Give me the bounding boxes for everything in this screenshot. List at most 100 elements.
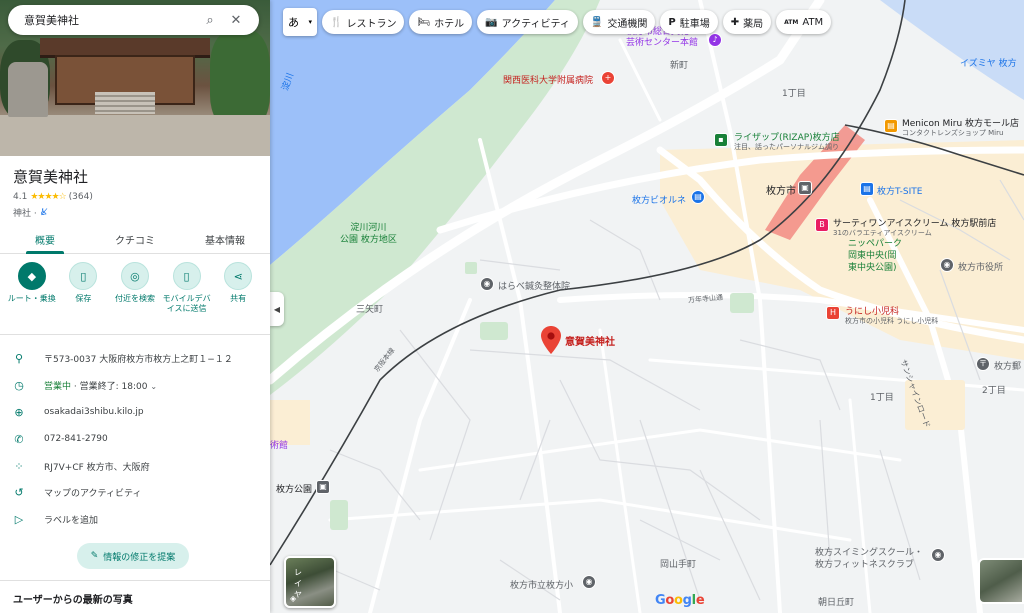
- place-title: 意賀美神社: [13, 168, 89, 186]
- chip-label: レストラン: [346, 18, 397, 30]
- activity-row[interactable]: ↺ マップのアクティビティ: [12, 483, 141, 501]
- place-hero-photo[interactable]: 意賀美神社 ⌕ ✕: [0, 0, 270, 156]
- selected-place-label[interactable]: 意賀美神社: [565, 333, 615, 348]
- review-count[interactable]: (364): [69, 192, 93, 202]
- map-label-station[interactable]: 枚方市: [766, 182, 796, 197]
- icecream-icon[interactable]: B: [815, 218, 829, 232]
- train-station-icon[interactable]: ▣: [798, 181, 812, 195]
- map-label-sanyacho: 三矢町: [356, 305, 384, 315]
- map-label-school[interactable]: 枚方市立枚方小: [510, 578, 573, 591]
- nearby-button[interactable]: ◎ 付近を検索: [111, 262, 159, 314]
- chip-label: ATM: [802, 16, 824, 28]
- map-label-harabe[interactable]: はらべ鍼灸整体院: [498, 279, 570, 292]
- store-icon[interactable]: ▤: [860, 182, 874, 196]
- nearby-icon: ◎: [120, 262, 149, 290]
- chip-activity[interactable]: 📷 アクティビティ: [477, 10, 578, 34]
- search-box[interactable]: 意賀美神社 ⌕ ✕: [8, 5, 259, 35]
- share-icon: ⋖: [224, 262, 253, 290]
- map-label-tsite[interactable]: 枚方T-SITE: [877, 184, 922, 197]
- chevron-left-icon: ◀: [273, 304, 281, 314]
- map-label-yodogawa-park[interactable]: 淀川河川 公園 枚方地区: [340, 222, 397, 246]
- address-row[interactable]: ⚲ 〒573-0037 大阪府枚方市枚方上之町１−１２: [12, 349, 233, 367]
- clinic-icon[interactable]: ◉: [480, 277, 494, 291]
- chip-transit[interactable]: 🚆 交通機関: [582, 10, 656, 34]
- chip-restaurant[interactable]: 🍴 レストラン: [322, 10, 405, 34]
- chevron-down-icon: ▾: [308, 18, 312, 26]
- directions-icon: ◆: [17, 262, 46, 290]
- phone-text: 072-841-2790: [44, 434, 108, 444]
- phone-row[interactable]: ✆ 072-841-2790: [12, 430, 108, 448]
- map-label-asahigaoka: 朝日丘町: [818, 598, 855, 608]
- map-label-shinmachi: 新町: [670, 61, 689, 71]
- map-label-2chome: 2丁目: [982, 386, 1006, 396]
- website-row[interactable]: ⊕ osakadai3shibu.kilo.jp: [12, 403, 143, 421]
- chip-parking[interactable]: P 駐車場: [660, 10, 718, 34]
- tab-reviews[interactable]: クチコミ: [90, 228, 180, 253]
- school-icon[interactable]: ◉: [582, 575, 596, 589]
- hospital-icon[interactable]: +: [601, 71, 615, 85]
- hospital-h-icon[interactable]: H: [826, 306, 840, 320]
- layers-label: ◈ レイヤ: [290, 568, 302, 603]
- map-label-museum[interactable]: 術館: [270, 438, 288, 451]
- map-label-menicon-sub: コンタクトレンズショップ Miru: [902, 129, 1004, 137]
- shop-icon[interactable]: ▤: [884, 119, 898, 133]
- collapse-panel-button[interactable]: ◀: [270, 292, 284, 326]
- gym-icon[interactable]: ▪: [714, 133, 728, 147]
- search-input[interactable]: 意賀美神社: [24, 12, 197, 28]
- map-label-city-office[interactable]: 枚方市役所: [958, 260, 1003, 273]
- plus-code-row[interactable]: ⁘ RJ7V+CF 枚方市、大阪府: [12, 457, 150, 475]
- add-label-text: ラベルを追加: [44, 515, 99, 526]
- tab-overview[interactable]: 概要: [0, 228, 90, 254]
- label-tag-icon: ▷: [14, 512, 24, 526]
- map-label-post[interactable]: 枚方郵: [994, 359, 1021, 372]
- chip-hotel[interactable]: 🛏 ホテル: [409, 10, 473, 34]
- map-label-hospital[interactable]: 関西医科大学附属病院: [503, 73, 593, 86]
- share-button[interactable]: ⋖ 共有: [214, 262, 262, 314]
- location-pin-icon: ⚲: [14, 351, 24, 365]
- divider: [0, 580, 270, 581]
- save-button[interactable]: ▯ 保存: [59, 262, 107, 314]
- tab-about[interactable]: 基本情報: [180, 228, 270, 253]
- send-to-phone-button[interactable]: ▯ モバイルデバイスに送信: [163, 262, 211, 314]
- suggest-edit-button[interactable]: ✎ 情報の修正を提案: [77, 543, 189, 569]
- plus-code-icon: ⁘: [14, 459, 24, 473]
- map-label-swimming[interactable]: 枚方スイミングスクール・ 枚方フィットネスクラブ: [815, 547, 923, 571]
- map-label-viorne[interactable]: 枚方ビオルネ: [632, 193, 686, 206]
- map-label-hirakata-koen[interactable]: 枚方公園: [276, 482, 312, 495]
- plus-code-text: RJ7V+CF 枚方市、大阪府: [44, 462, 150, 473]
- photos-heading: ユーザーからの最新の写真: [13, 595, 133, 606]
- layers-button[interactable]: ◈ レイヤ: [284, 556, 336, 608]
- selected-place-pin-icon[interactable]: [541, 326, 561, 354]
- directions-button[interactable]: ◆ ルート・乗換: [8, 262, 56, 314]
- chip-label: 交通機関: [607, 18, 648, 30]
- map-label-izumiya[interactable]: イズミヤ 枚方: [960, 56, 1017, 69]
- ime-toggle[interactable]: あ ▾: [283, 8, 317, 36]
- divider: [0, 334, 270, 335]
- suggest-edit-label: 情報の修正を提案: [103, 552, 176, 563]
- place-tabs: 概要 クチコミ 基本情報: [0, 228, 270, 254]
- chip-pharmacy[interactable]: ✚ 薬局: [722, 10, 772, 34]
- search-icon[interactable]: ⌕: [197, 7, 223, 33]
- city-office-icon[interactable]: ◉: [940, 258, 954, 272]
- hirakata-koen-station-icon[interactable]: ▣: [316, 480, 330, 494]
- ime-label: あ: [288, 16, 299, 29]
- clock-icon: ◷: [14, 378, 24, 392]
- nearby-label: 付近を検索: [114, 294, 155, 303]
- post-office-icon[interactable]: 〒: [976, 357, 990, 371]
- maps-app: 枚方市総合文化 芸術センター本館 ♪ 関西医科大学附属病院 + 新町 1丁目 ▪…: [0, 0, 1024, 613]
- close-icon[interactable]: ✕: [223, 7, 249, 33]
- map-label-nippe-park[interactable]: ニッペパーク 岡東中央(岡 東中央公園): [848, 238, 902, 274]
- phone-icon: ▯: [172, 262, 201, 290]
- pharmacy-icon: ✚: [730, 16, 740, 28]
- activity-text: マップのアクティビティ: [44, 488, 142, 499]
- river-edge-right: [880, 0, 1024, 100]
- action-buttons: ◆ ルート・乗換 ▯ 保存 ◎ 付近を検索 ▯ モバイルデバイスに送信 ⋖ 共有: [0, 262, 270, 314]
- add-label-row[interactable]: ▷ ラベルを追加: [12, 510, 98, 528]
- swimming-icon[interactable]: ◉: [931, 548, 945, 562]
- chip-atm[interactable]: ATM ATM: [776, 10, 832, 34]
- street-view-thumbnail[interactable]: [978, 558, 1024, 604]
- category-row: 神社 · ♿̸: [13, 206, 48, 220]
- hours-row[interactable]: ◷ 営業中 · 営業終了: 18:00 ⌄: [12, 376, 157, 394]
- shopping-icon[interactable]: ▤: [691, 190, 705, 204]
- rating-row[interactable]: 4.1 ★★★★☆ (364): [13, 192, 93, 202]
